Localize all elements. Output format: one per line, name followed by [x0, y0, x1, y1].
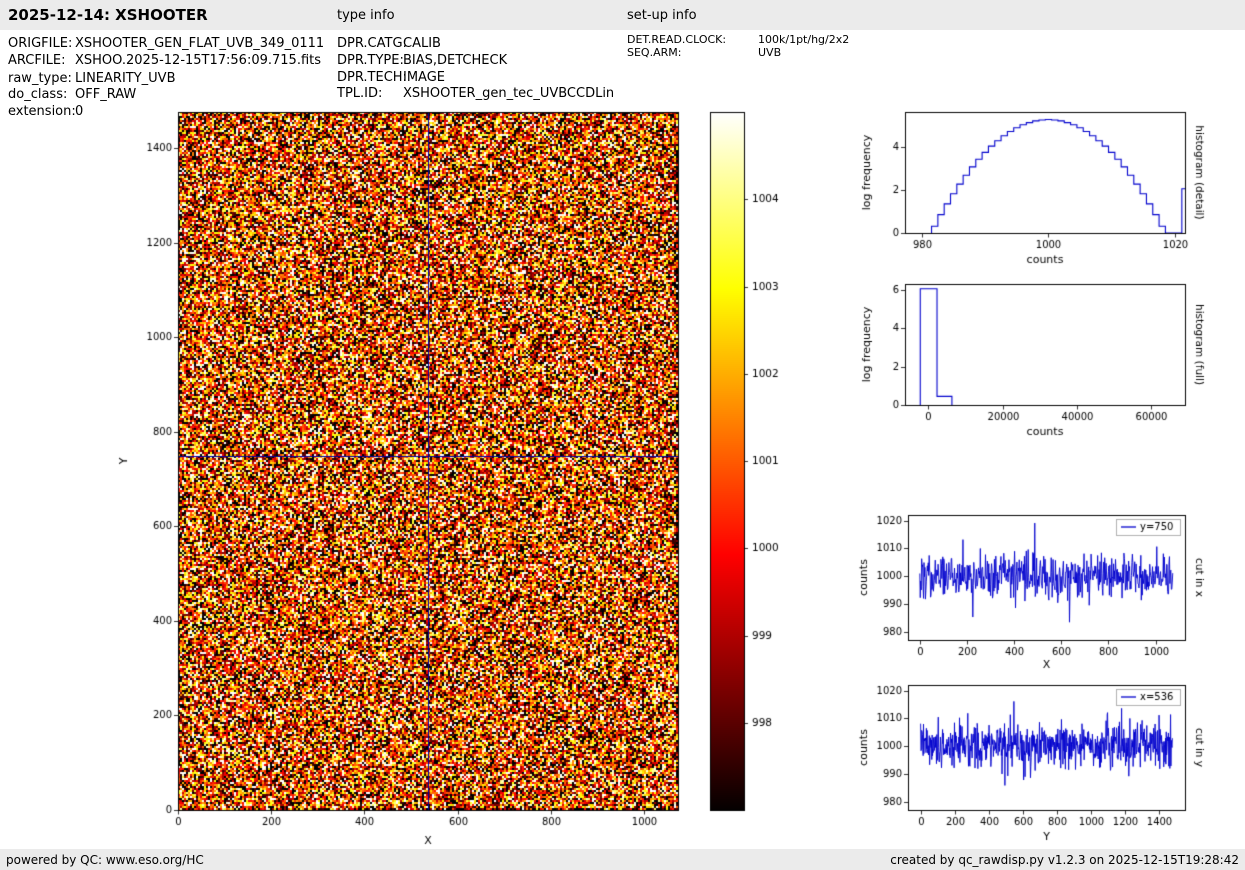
- footer-credit-right: created by qc_rawdisp.py v1.2.3 on 2025-…: [890, 852, 1239, 867]
- meta-dprcatg-label: DPR.CATG:: [337, 36, 407, 51]
- meta-readclock-value: 100k/1pt/hg/2x2: [758, 33, 850, 46]
- meta-origfile-label: ORIGFILE:: [8, 36, 73, 51]
- meta-readclock-label: DET.READ.CLOCK:: [627, 33, 727, 46]
- qc-report-page: 2025-12-14: XSHOOTER type info set-up in…: [0, 0, 1245, 870]
- meta-dprcatg-value: CALIB: [403, 36, 441, 51]
- meta-doclass-label: do_class:: [8, 87, 68, 102]
- meta-arcfile-label: ARCFILE:: [8, 53, 66, 68]
- meta-rawtype-value: LINEARITY_UVB: [75, 71, 176, 86]
- meta-seqarm-value: UVB: [758, 46, 782, 59]
- footer-bar: powered by QC: www.eso.org/HC created by…: [0, 849, 1245, 870]
- meta-dprtype-label: DPR.TYPE:: [337, 53, 404, 68]
- meta-extension-label: extension:: [8, 104, 76, 119]
- meta-rawtype-label: raw_type:: [8, 71, 72, 86]
- meta-doclass-value: OFF_RAW: [75, 87, 137, 102]
- meta-arcfile-value: XSHOO.2025-12-15T17:56:09.715.fits: [75, 53, 322, 68]
- meta-dprtech-value: IMAGE: [403, 70, 446, 85]
- meta-dprtech-label: DPR.TECH:: [337, 70, 407, 85]
- meta-origfile-value: XSHOOTER_GEN_FLAT_UVB_349_0111: [75, 36, 325, 51]
- meta-seqarm-label: SEQ.ARM:: [627, 46, 682, 59]
- meta-dprtype-value: BIAS,DETCHECK: [403, 53, 508, 68]
- meta-extension-value: 0: [75, 104, 84, 119]
- setup-info-heading: set-up info: [627, 8, 697, 23]
- meta-tplid-value: XSHOOTER_gen_tec_UVBCCDLin: [403, 86, 615, 101]
- page-title: 2025-12-14: XSHOOTER: [8, 6, 208, 24]
- type-info-heading: type info: [337, 8, 395, 23]
- footer-credit-left: powered by QC: www.eso.org/HC: [6, 852, 204, 867]
- meta-tplid-label: TPL.ID:: [337, 86, 383, 101]
- charts-canvas: [0, 0, 1245, 870]
- header-bar: 2025-12-14: XSHOOTER type info set-up in…: [0, 0, 1245, 30]
